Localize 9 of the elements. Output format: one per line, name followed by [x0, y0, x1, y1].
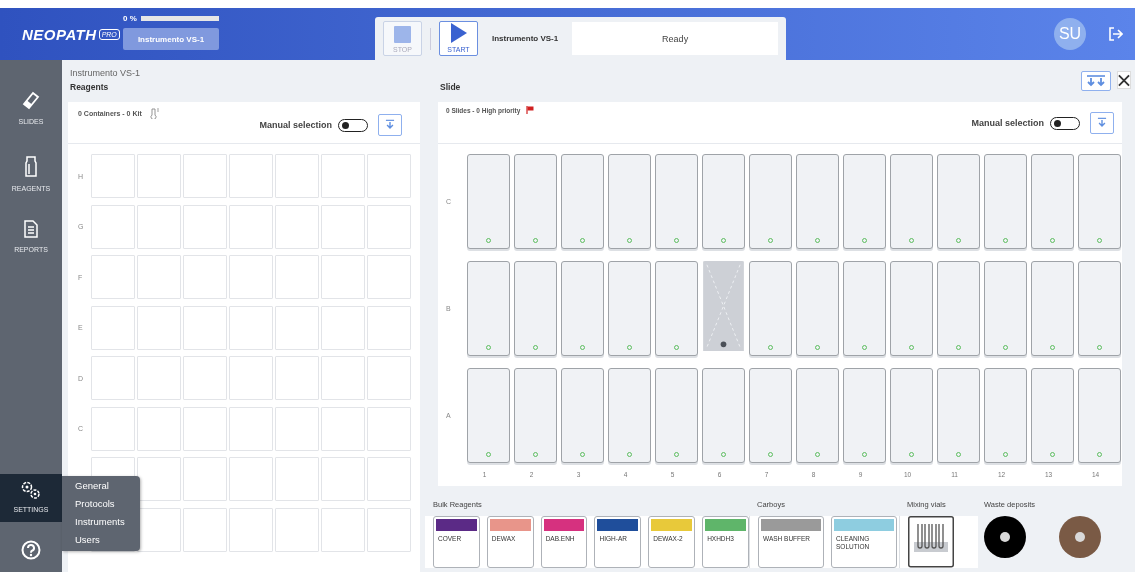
progress-label: 0 % — [123, 14, 137, 23]
manual-selection-label: Manual selection — [971, 118, 1044, 128]
breadcrumb: Instrumento VS-1 — [69, 68, 141, 78]
manual-selection-label: Manual selection — [259, 120, 332, 130]
section-title: Slide — [439, 82, 462, 94]
status-field: Ready — [572, 22, 778, 55]
section-title: Reagents — [69, 82, 110, 94]
logo-text: NEOPATH — [22, 25, 97, 43]
instrument-name: Instrumento VS-1 — [492, 34, 559, 43]
